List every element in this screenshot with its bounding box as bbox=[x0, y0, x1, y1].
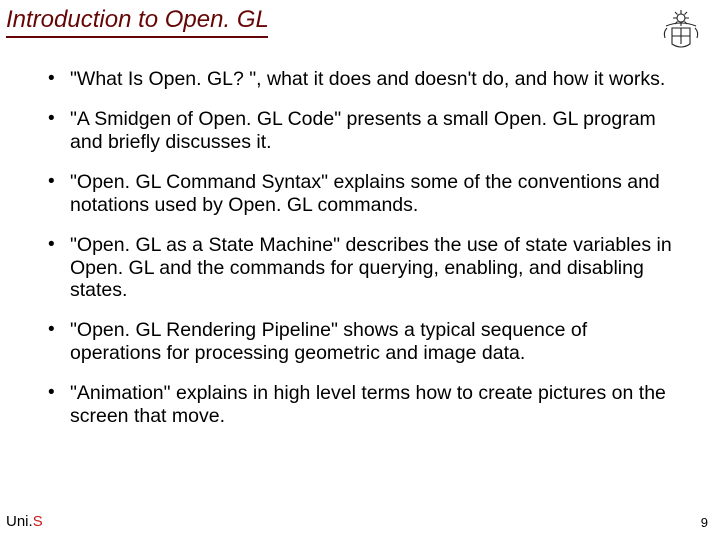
title-block: Introduction to Open. GL bbox=[6, 6, 269, 38]
bullet-text: "Open. GL as a State Machine" describes … bbox=[70, 234, 672, 301]
list-item: "Animation" explains in high level terms… bbox=[42, 382, 674, 427]
list-item: "Open. GL Command Syntax" explains some … bbox=[42, 171, 674, 216]
bullet-text: "Open. GL Command Syntax" explains some … bbox=[70, 171, 660, 215]
bullet-text: "A Smidgen of Open. GL Code" presents a … bbox=[70, 108, 656, 152]
header: Introduction to Open. GL bbox=[6, 6, 710, 52]
footer-uni-suffix: S bbox=[33, 513, 43, 530]
title-underline bbox=[6, 36, 268, 38]
footer-uni-prefix: Uni. bbox=[6, 513, 33, 530]
list-item: "A Smidgen of Open. GL Code" presents a … bbox=[42, 108, 674, 153]
list-item: "Open. GL Rendering Pipeline" shows a ty… bbox=[42, 319, 674, 364]
slide: Introduction to Open. GL "What Is Open. … bbox=[0, 0, 720, 540]
list-item: "What Is Open. GL? ", what it does and d… bbox=[42, 68, 674, 90]
bullet-list: "What Is Open. GL? ", what it does and d… bbox=[6, 52, 710, 427]
bullet-text: "Animation" explains in high level terms… bbox=[70, 382, 666, 426]
slide-title: Introduction to Open. GL bbox=[6, 6, 269, 34]
footer-logo-text: Uni.S bbox=[6, 513, 43, 530]
footer: Uni.S 9 bbox=[6, 513, 708, 530]
crest-icon bbox=[658, 6, 704, 52]
bullet-text: "What Is Open. GL? ", what it does and d… bbox=[70, 68, 665, 90]
list-item: "Open. GL as a State Machine" describes … bbox=[42, 234, 674, 301]
bullet-text: "Open. GL Rendering Pipeline" shows a ty… bbox=[70, 319, 587, 363]
page-number: 9 bbox=[701, 515, 708, 530]
